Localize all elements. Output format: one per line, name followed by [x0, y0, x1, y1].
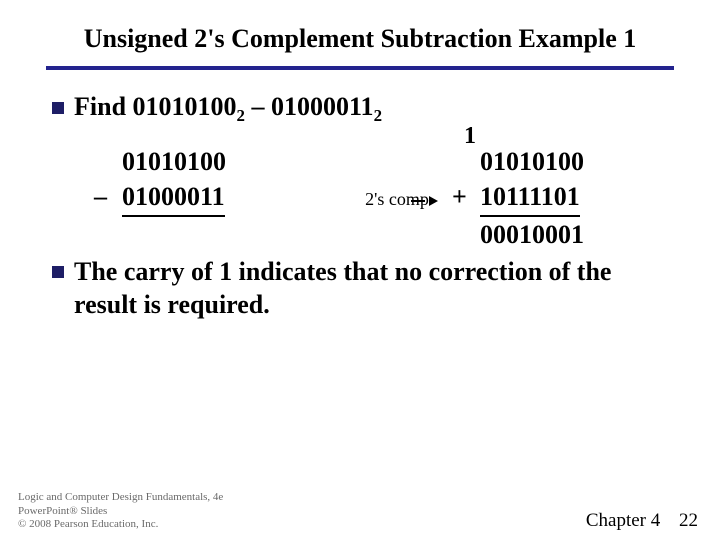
minuend: 01010100: [122, 147, 226, 176]
bullet-conclusion: The carry of 1 indicates that no correct…: [46, 256, 674, 321]
page-number: 22: [679, 510, 698, 531]
row-top: 01010100 1 01010100: [94, 144, 674, 179]
arrow-right-icon: [429, 196, 438, 206]
addend-b: 10111101: [480, 179, 580, 217]
footer-line2: PowerPoint® Slides: [18, 505, 223, 519]
arrow-stem: [411, 200, 425, 202]
bullet-square-icon: [52, 102, 64, 114]
find-b-base: 2: [374, 106, 382, 125]
find-b: 01000011: [271, 92, 374, 121]
minus-sign: –: [94, 182, 107, 211]
chapter-label: Chapter 4: [586, 510, 660, 531]
bullet-square-icon: [52, 266, 64, 278]
find-label: Find: [74, 92, 126, 121]
footer-credits: Logic and Computer Design Fundamentals, …: [18, 491, 223, 532]
subtrahend: 01000011: [122, 179, 225, 217]
row-result: 00010001: [94, 217, 674, 252]
footer-line1: Logic and Computer Design Fundamentals, …: [18, 491, 223, 505]
title-underline: [46, 66, 674, 70]
computation-block: 01010100 1 01010100 – 01000011 2's comp …: [94, 144, 674, 252]
find-text: Find 010101002 – 010000112: [74, 92, 382, 126]
find-a-base: 2: [237, 106, 245, 125]
footer: Logic and Computer Design Fundamentals, …: [0, 491, 720, 532]
carry-out: 1: [464, 120, 476, 152]
plus-sign: +: [452, 182, 467, 211]
footer-pager: Chapter 4 22: [586, 510, 698, 532]
find-minus: –: [251, 92, 264, 121]
slide: Unsigned 2's Complement Subtraction Exam…: [0, 0, 720, 540]
addend-a: 01010100: [480, 147, 584, 176]
twos-comp-annotation: 2's comp: [365, 187, 429, 211]
slide-title: Unsigned 2's Complement Subtraction Exam…: [46, 24, 674, 66]
row-bottom: – 01000011 2's comp + 10111101: [94, 179, 674, 217]
bullet-find: Find 010101002 – 010000112: [46, 92, 674, 126]
result: 00010001: [480, 220, 584, 249]
footer-line3: © 2008 Pearson Education, Inc.: [18, 518, 223, 532]
find-a: 01010100: [133, 92, 237, 121]
conclusion-text: The carry of 1 indicates that no correct…: [74, 256, 634, 321]
